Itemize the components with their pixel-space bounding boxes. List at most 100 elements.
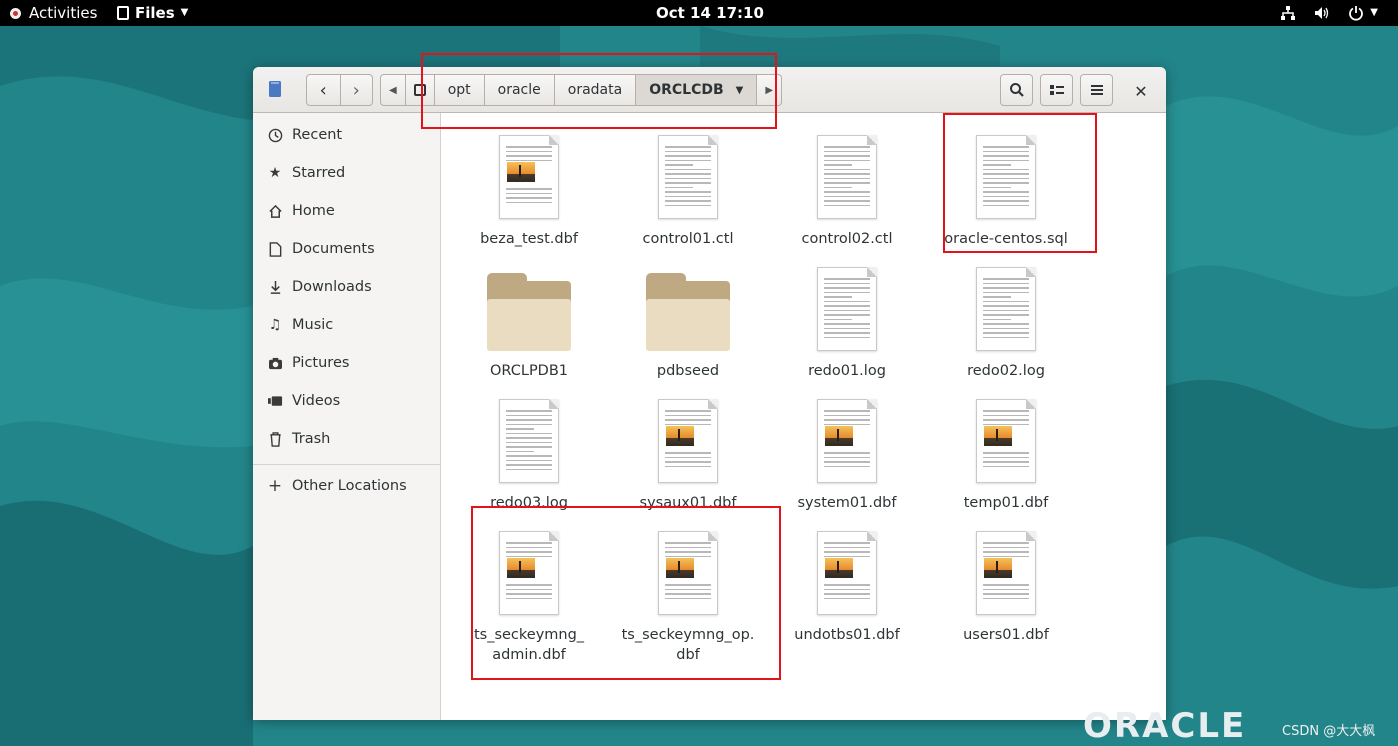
document-thumbnail-icon (802, 525, 892, 615)
document-thumbnail-icon (802, 393, 892, 483)
clock-icon (267, 127, 283, 143)
activities-icon (10, 7, 21, 19)
text-file-icon (643, 129, 733, 219)
sidebar-item-trash[interactable]: Trash (253, 421, 440, 457)
close-icon: ✕ (1134, 81, 1148, 101)
folder-icon (484, 261, 574, 351)
file-item[interactable]: redo02.log (931, 261, 1081, 381)
watermark: CSDN @大大枫 (1282, 724, 1376, 739)
sidebar-item-label: Pictures (292, 355, 350, 371)
sidebar-item-other-locations[interactable]: + Other Locations (253, 468, 440, 504)
search-button[interactable] (1000, 74, 1033, 106)
sidebar-item-label: Starred (292, 165, 346, 181)
folder-item[interactable]: ORCLPDB1 (454, 261, 604, 381)
document-icon (267, 241, 283, 257)
chevron-down-icon: ▼ (180, 7, 189, 18)
text-file-icon (484, 393, 574, 483)
star-icon: ★ (268, 165, 282, 181)
sidebar-item-downloads[interactable]: Downloads (253, 269, 440, 305)
text-file-icon (802, 129, 892, 219)
download-icon (267, 279, 283, 295)
file-item[interactable]: temp01.dbf (931, 393, 1081, 513)
text-file-icon (961, 261, 1051, 351)
hamburger-icon (1090, 85, 1103, 95)
folder-item[interactable]: pdbseed (613, 261, 763, 381)
file-name-label: pdbseed (656, 363, 720, 379)
file-name-label: system01.dbf (797, 495, 897, 511)
file-name-label: redo02.log (967, 363, 1045, 379)
volume-icon (1315, 7, 1329, 19)
sidebar-item-videos[interactable]: Videos (253, 383, 440, 419)
document-thumbnail-icon (961, 525, 1051, 615)
sidebar-item-recent[interactable]: Recent (253, 117, 440, 153)
sidebar-item-label: Music (292, 317, 334, 333)
files-app-icon (117, 6, 129, 20)
chevron-right-icon: › (352, 79, 360, 101)
view-toggle-button[interactable] (1040, 74, 1073, 106)
forward-button[interactable]: › (339, 75, 373, 105)
main-menu-button[interactable] (1080, 74, 1113, 106)
file-item[interactable]: redo03.log (454, 393, 604, 513)
file-name-label: control02.ctl (801, 231, 893, 247)
home-icon (267, 203, 283, 219)
system-tray[interactable]: ▼ (1280, 0, 1378, 26)
tablespace-files-highlight (471, 506, 781, 680)
sidebar-item-label: Documents (292, 241, 375, 257)
back-button[interactable]: ‹ (307, 75, 340, 105)
document-thumbnail-icon (643, 393, 733, 483)
trash-icon (267, 431, 283, 447)
file-name-label: ORCLPDB1 (489, 363, 569, 379)
file-item[interactable]: undotbs01.dbf (772, 525, 922, 645)
sidebar-item-documents[interactable]: Documents (253, 231, 440, 267)
file-item[interactable]: control02.ctl (772, 129, 922, 249)
document-thumbnail-icon (484, 129, 574, 219)
clock[interactable]: Oct 14 17:10 (656, 0, 764, 26)
chevron-left-icon: ‹ (319, 79, 327, 101)
sidebar-item-home[interactable]: Home (253, 193, 440, 229)
file-item[interactable]: sysaux01.dbf (613, 393, 763, 513)
sidebar-item-label: Videos (292, 393, 341, 409)
sidebar-item-label: Downloads (292, 279, 372, 295)
path-bar-highlight (421, 53, 777, 129)
camera-icon (267, 355, 283, 371)
file-name-label: redo01.log (808, 363, 886, 379)
oracle-logo: ORACLE (1083, 706, 1247, 746)
file-item[interactable]: users01.dbf (931, 525, 1081, 645)
document-thumbnail-icon (961, 393, 1051, 483)
top-bar: Activities Files ▼ Oct 14 17:10 ▼ (0, 0, 1398, 26)
file-item[interactable]: beza_test.dbf (454, 129, 604, 249)
sidebar-divider (253, 464, 440, 465)
files-app-label: Files (135, 4, 175, 22)
sidebar-item-label: Trash (292, 431, 331, 447)
files-app-menu[interactable]: Files ▼ (117, 0, 188, 26)
sidebar-item-starred[interactable]: ★ Starred (253, 155, 440, 191)
path-scroll-left-button[interactable]: ◀ (380, 74, 406, 106)
file-name-label: users01.dbf (963, 627, 1049, 643)
power-icon (1349, 6, 1364, 21)
search-icon (1009, 83, 1024, 97)
activities-button[interactable]: Activities (10, 0, 97, 26)
network-icon (1281, 6, 1296, 20)
text-file-icon (802, 261, 892, 351)
file-name-label: undotbs01.dbf (794, 627, 900, 643)
chevron-down-icon: ▼ (1370, 7, 1378, 18)
files-app-icon (269, 81, 281, 97)
file-name-label: beza_test.dbf (480, 231, 578, 247)
music-icon: ♫ (268, 317, 282, 333)
sidebar: Recent ★ Starred Home Documents Download… (253, 113, 441, 720)
file-item[interactable]: redo01.log (772, 261, 922, 381)
file-item[interactable]: control01.ctl (613, 129, 763, 249)
file-item[interactable]: system01.dbf (772, 393, 922, 513)
folder-icon (643, 261, 733, 351)
sidebar-item-music[interactable]: ♫ Music (253, 307, 440, 343)
file-name-label: control01.ctl (642, 231, 734, 247)
video-icon (267, 393, 283, 409)
close-button[interactable]: ✕ (1131, 81, 1151, 101)
activities-label: Activities (29, 4, 98, 22)
sidebar-item-label: Other Locations (292, 478, 407, 494)
triangle-left-icon: ◀ (389, 84, 397, 96)
list-view-icon (1049, 85, 1064, 95)
navigation-buttons: ‹ › (306, 74, 373, 106)
sql-file-highlight (943, 113, 1097, 253)
sidebar-item-pictures[interactable]: Pictures (253, 345, 440, 381)
